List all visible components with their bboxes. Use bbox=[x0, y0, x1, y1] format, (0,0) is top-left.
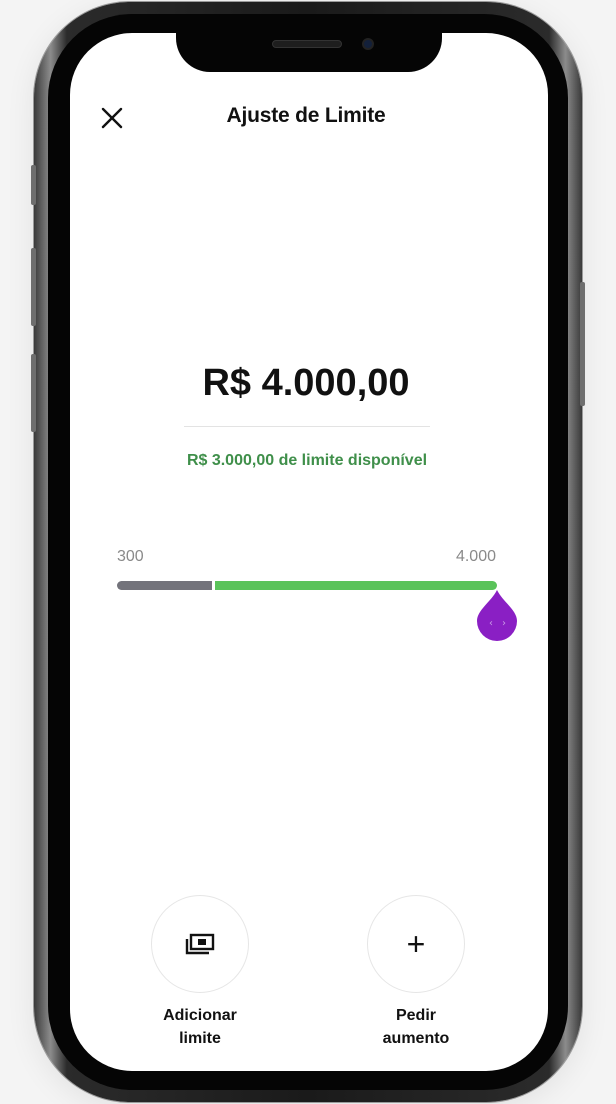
slider-max-label: 4.000 bbox=[455, 548, 496, 565]
add-limit-action[interactable]: Adicionar limite bbox=[151, 895, 249, 1050]
slider-min-label: 300 bbox=[117, 548, 144, 565]
add-limit-label-line1: Adicionar bbox=[163, 1007, 237, 1024]
money-icon bbox=[185, 933, 215, 955]
close-button[interactable] bbox=[98, 104, 128, 134]
request-increase-action[interactable]: + Pedir aumento bbox=[367, 895, 465, 1050]
limit-amount[interactable]: R$ 4.000,00 bbox=[150, 362, 462, 405]
request-increase-label-line1: Pedir bbox=[395, 1007, 436, 1024]
plus-icon: + bbox=[406, 926, 426, 962]
volume-down-button bbox=[31, 354, 36, 432]
close-icon bbox=[101, 107, 123, 129]
mute-switch bbox=[31, 165, 36, 205]
drag-handle-icon: ‹ › bbox=[477, 590, 517, 641]
page-title: Ajuste de Limite bbox=[226, 104, 386, 127]
request-increase-label: Pedir aumento bbox=[337, 1004, 495, 1050]
speaker-grille bbox=[272, 40, 342, 48]
power-button bbox=[580, 282, 585, 406]
amount-underline bbox=[184, 426, 430, 427]
request-increase-button[interactable]: + bbox=[367, 895, 465, 993]
svg-text:‹: ‹ bbox=[489, 618, 493, 629]
front-camera bbox=[362, 38, 374, 50]
available-limit-text: R$ 3.000,00 de limite disponível bbox=[186, 452, 428, 469]
slider-available-segment bbox=[215, 581, 497, 590]
volume-up-button bbox=[31, 248, 36, 326]
add-limit-button[interactable] bbox=[151, 895, 249, 993]
add-limit-label-line2: limite bbox=[179, 1030, 221, 1047]
request-increase-label-line2: aumento bbox=[382, 1030, 450, 1047]
slider-used-segment bbox=[117, 581, 212, 590]
svg-text:›: › bbox=[502, 618, 506, 629]
limit-slider-track[interactable] bbox=[117, 581, 497, 590]
add-limit-label: Adicionar limite bbox=[121, 1004, 279, 1050]
slider-handle[interactable]: ‹ › bbox=[476, 588, 518, 642]
notch bbox=[176, 30, 442, 72]
